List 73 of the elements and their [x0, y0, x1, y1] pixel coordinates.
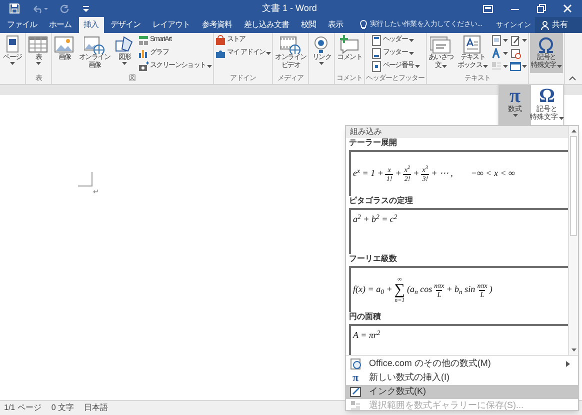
redo-icon[interactable]	[60, 4, 70, 14]
page-number-icon	[370, 61, 382, 72]
bar-chart-icon	[138, 48, 150, 59]
caret-icon	[522, 39, 528, 42]
ribbon-icon-button[interactable]	[510, 35, 528, 46]
menu-item[interactable]: π 新しい数式の挿入(I)	[346, 371, 578, 385]
caret-icon	[483, 64, 488, 68]
status-text: 日本語	[84, 402, 108, 414]
collapse-ribbon-icon[interactable]	[569, 76, 576, 81]
wordart-icon	[491, 48, 502, 59]
globe-document-icon	[350, 358, 361, 370]
menu-item[interactable]: インク数式(K)	[346, 385, 578, 399]
close-icon[interactable]	[563, 4, 572, 13]
caret-icon	[503, 65, 508, 68]
ribbon-tab[interactable]: 挿入	[78, 17, 104, 33]
lightbulb-icon	[360, 20, 367, 30]
pen-box-icon	[350, 386, 361, 398]
camera-icon	[138, 61, 150, 72]
submenu-arrow-icon	[566, 361, 570, 367]
caret-icon	[36, 62, 41, 65]
ribbon-tab[interactable]: 表示	[323, 17, 348, 33]
equation-title: 円の面積	[349, 311, 381, 323]
caret-icon	[522, 65, 528, 68]
ribbon-tab[interactable]: ホーム	[44, 17, 76, 33]
caret-icon	[442, 64, 448, 68]
caret-icon	[414, 65, 420, 68]
undo-icon[interactable]	[32, 4, 48, 14]
caret-icon	[319, 62, 324, 65]
restore-icon[interactable]	[537, 4, 546, 13]
ribbon-tab[interactable]: デザイン	[106, 17, 146, 33]
menu-item[interactable]: Office.com のその他の数式(M)	[346, 357, 578, 371]
customize-icon[interactable]	[82, 4, 90, 12]
puzzle-icon	[214, 48, 226, 59]
ribbon-tab[interactable]: レイアウト	[148, 17, 195, 33]
equation-title: テーラー展開	[349, 137, 397, 149]
calendar-icon	[510, 48, 522, 59]
equation-title: ピタゴラスの定理	[349, 195, 413, 207]
caret-icon	[206, 65, 212, 68]
caret-icon	[10, 62, 15, 65]
caret-icon	[408, 39, 414, 42]
person-icon	[541, 20, 549, 30]
margin-corner-mark	[78, 172, 93, 187]
footer-icon	[370, 48, 382, 59]
share-button[interactable]: 共有	[535, 17, 582, 33]
drop-cap-icon	[491, 61, 502, 72]
scrollbar[interactable]	[568, 126, 578, 355]
ribbon-icon-button[interactable]	[491, 48, 508, 59]
equation-title: フーリエ級数	[349, 253, 397, 265]
ribbon-options-icon[interactable]	[483, 4, 493, 12]
bag-icon	[214, 35, 226, 46]
caret-icon	[556, 64, 562, 68]
ribbon-tab[interactable]: ファイル	[2, 17, 42, 33]
caret-icon	[122, 62, 128, 65]
caret-icon	[559, 116, 564, 120]
caret-icon	[503, 52, 508, 55]
status-text: 0 文字	[51, 402, 74, 414]
caret-icon	[503, 39, 508, 42]
ribbon-icon-button[interactable]	[510, 61, 528, 72]
ribbon-icon-button[interactable]	[491, 35, 508, 46]
caret-icon	[408, 52, 414, 55]
window-title: 文書 1 - Word	[262, 2, 317, 15]
object-icon	[510, 61, 522, 72]
ribbon-tab[interactable]: 校閲	[296, 17, 321, 33]
scroll-thumb[interactable]	[570, 136, 577, 236]
caret-icon	[266, 52, 272, 55]
ribbon-tab[interactable]: 参考資料	[197, 17, 237, 33]
gallery-header: 組み込み	[350, 126, 382, 138]
caret-icon	[512, 114, 518, 117]
status-text: 1/1 ページ	[4, 402, 42, 414]
ribbon-tab[interactable]: 差し込み文書	[239, 17, 294, 33]
save-icon[interactable]	[9, 3, 20, 14]
smartart-icon	[138, 35, 150, 46]
ribbon-icon-button[interactable]	[491, 61, 508, 72]
